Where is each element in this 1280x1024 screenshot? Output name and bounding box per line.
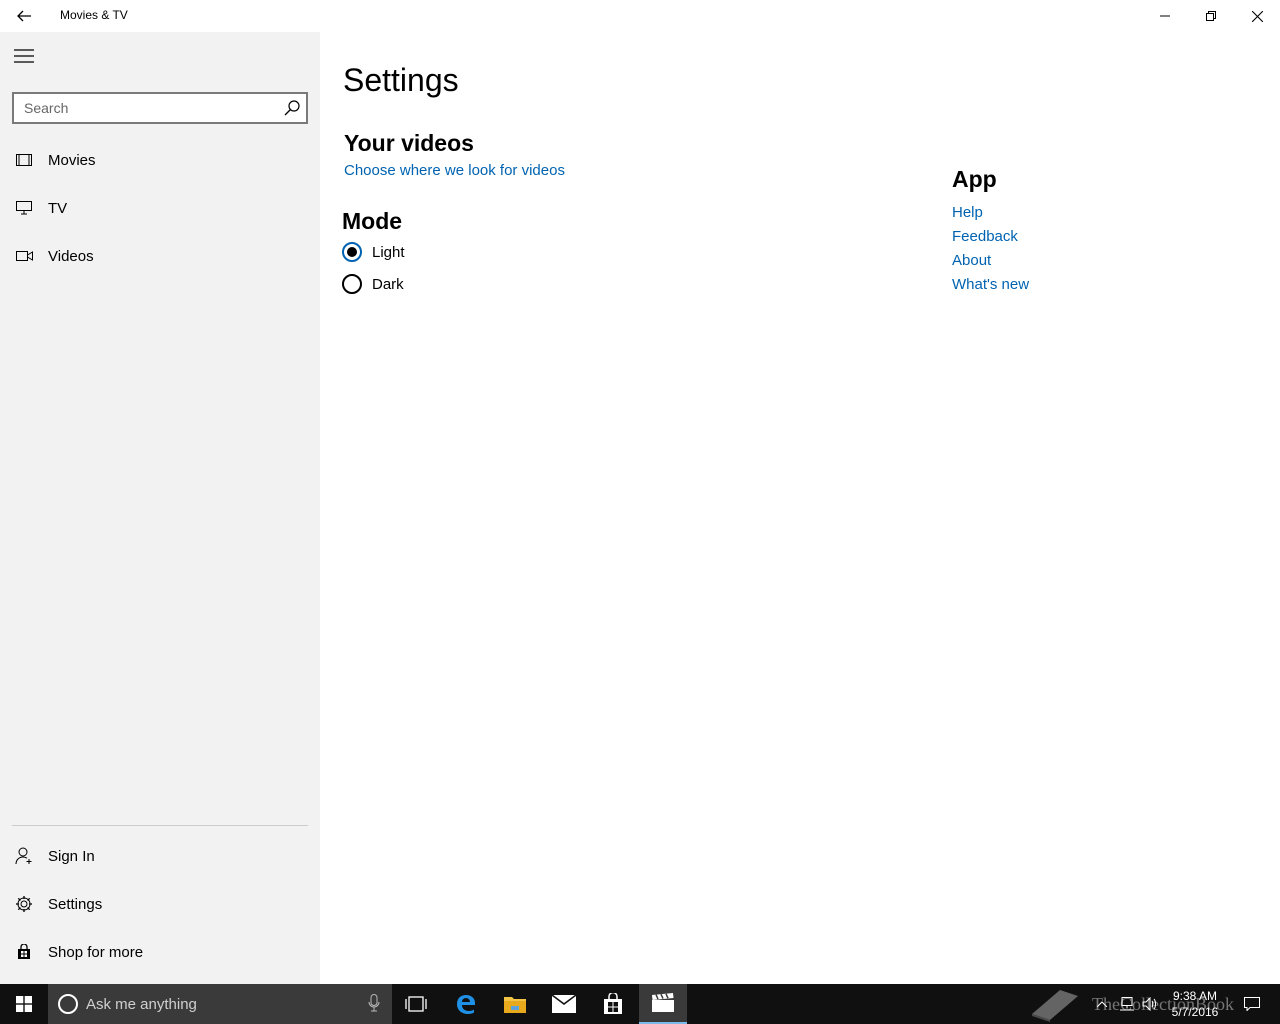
close-icon [1251, 10, 1263, 22]
about-link[interactable]: About [952, 252, 991, 269]
sidebar-item-settings[interactable]: Settings [0, 880, 320, 928]
mail-icon [552, 995, 576, 1013]
film-icon [16, 154, 32, 166]
store-icon [18, 944, 30, 959]
task-view-button[interactable] [392, 984, 440, 1024]
folder-icon [504, 997, 526, 1013]
feedback-link[interactable]: Feedback [952, 228, 1018, 245]
cortana-search-box[interactable]: Ask me anything [48, 984, 392, 1024]
speaker-icon [1142, 997, 1156, 1011]
title-bar: Movies & TV [0, 0, 1280, 32]
radio-dot [347, 247, 357, 257]
network-icon [1120, 997, 1134, 1011]
gear-icon [16, 896, 32, 912]
sidebar-item-sign-in[interactable]: Sign In [0, 832, 320, 880]
book-logo-icon [1032, 990, 1078, 1022]
search-button[interactable] [282, 98, 302, 118]
action-center-button[interactable] [1238, 984, 1266, 1024]
mail-button[interactable] [540, 984, 588, 1024]
taskbar: Ask me anything TheCollectionBook 9:38 A… [0, 984, 1280, 1024]
mode-light-label: Light [372, 243, 405, 261]
search-box [12, 92, 308, 124]
minimize-icon [1160, 15, 1170, 17]
person-icon [15, 847, 32, 865]
radio-circle [342, 274, 362, 294]
edge-icon [457, 995, 475, 1014]
clock-time: 9:38 AM [1172, 989, 1218, 1003]
notification-icon [1244, 997, 1260, 1011]
mode-dark-label: Dark [372, 275, 404, 293]
edge-browser-button[interactable] [442, 984, 490, 1024]
windows-logo-icon [16, 996, 32, 1012]
back-arrow-icon [17, 10, 31, 22]
search-icon [284, 100, 300, 116]
store-button[interactable] [589, 984, 637, 1024]
minimize-button[interactable] [1142, 0, 1188, 32]
cortana-placeholder: Ask me anything [86, 995, 197, 1013]
sidebar-item-videos[interactable]: Videos [0, 232, 320, 280]
whats-new-link[interactable]: What's new [952, 276, 1029, 293]
sidebar-item-label: Shop for more [48, 943, 144, 961]
mode-heading: Mode [342, 208, 403, 234]
clapperboard-icon [652, 993, 674, 1012]
cortana-icon [58, 994, 78, 1014]
video-camera-icon [15, 251, 33, 261]
movies-tv-taskbar-button[interactable] [639, 984, 687, 1024]
restore-icon [1206, 11, 1216, 21]
show-hidden-icons-button[interactable] [1092, 984, 1112, 1024]
search-input[interactable] [14, 94, 276, 122]
start-button[interactable] [0, 984, 48, 1024]
file-explorer-button[interactable] [491, 984, 539, 1024]
sidebar-item-label: Movies [48, 151, 96, 169]
hamburger-icon [14, 49, 34, 63]
restore-button[interactable] [1188, 0, 1234, 32]
sidebar-item-shop[interactable]: Shop for more [0, 928, 320, 976]
sidebar-item-movies[interactable]: Movies [0, 136, 320, 184]
choose-video-folders-link[interactable]: Choose where we look for videos [344, 162, 565, 179]
mode-dark-radio[interactable]: Dark [342, 272, 404, 296]
help-link[interactable]: Help [952, 204, 983, 221]
sidebar-item-tv[interactable]: TV [0, 184, 320, 232]
sidebar-item-label: Videos [48, 247, 94, 265]
hamburger-menu-button[interactable] [0, 32, 48, 80]
volume-tray-button[interactable] [1140, 984, 1160, 1024]
microphone-icon[interactable] [368, 994, 380, 1012]
tv-icon [16, 201, 32, 215]
settings-page: Settings Your videos Choose where we loo… [320, 32, 1280, 984]
chevron-up-icon [1097, 1001, 1107, 1007]
radio-circle-checked [342, 242, 362, 262]
close-button[interactable] [1234, 0, 1280, 32]
window-title: Movies & TV [60, 8, 128, 22]
app-heading: App [952, 166, 997, 192]
sidebar-divider [12, 825, 308, 826]
sidebar-item-label: Settings [48, 895, 103, 913]
sidebar-item-label: TV [48, 199, 68, 217]
store-bag-icon [604, 993, 622, 1014]
sidebar-item-label: Sign In [48, 847, 95, 865]
task-view-icon [405, 996, 427, 1012]
your-videos-heading: Your videos [344, 130, 474, 156]
clock[interactable]: 9:38 AM 5/7/2016 [1160, 988, 1230, 1020]
page-title: Settings [343, 62, 459, 98]
network-tray-button[interactable] [1116, 984, 1136, 1024]
navigation-pane: Movies TV Videos Sign In Settings Shop f… [0, 32, 320, 984]
back-button[interactable] [0, 0, 48, 32]
clock-date: 5/7/2016 [1171, 1005, 1219, 1019]
mode-light-radio[interactable]: Light [342, 240, 405, 264]
